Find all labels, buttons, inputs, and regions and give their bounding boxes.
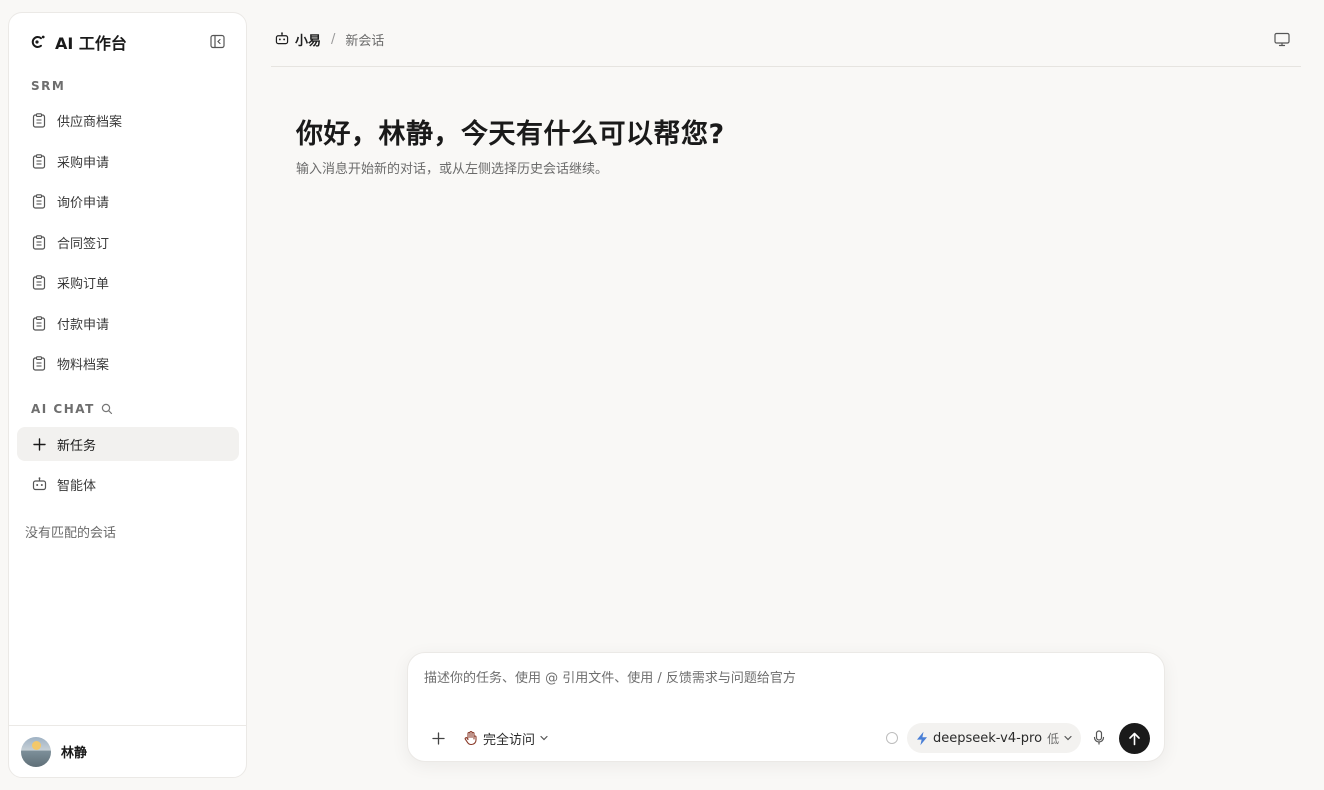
sidebar-item-inquiry-request[interactable]: 询价申请	[17, 184, 239, 218]
sidebar-item-label: 新任务	[57, 438, 97, 454]
send-button[interactable]	[1119, 723, 1150, 754]
sidebar-item-label: 付款申请	[57, 317, 110, 333]
clipboard-icon	[31, 274, 47, 290]
chevron-down-icon	[540, 735, 548, 741]
sidebar-item-label: 物料档案	[57, 357, 110, 373]
access-mode-label: 完全访问	[483, 732, 536, 748]
clipboard-icon	[31, 234, 47, 250]
breadcrumb-agent[interactable]: 小易	[295, 30, 321, 49]
robot-icon	[275, 32, 289, 46]
sidebar-item-label: 供应商档案	[57, 114, 123, 130]
user-name: 林静	[61, 746, 88, 761]
arrow-up-icon	[1129, 732, 1140, 745]
robot-icon	[31, 476, 47, 492]
sidebar-collapse-icon	[209, 34, 225, 48]
sidebar-item-payment-request[interactable]: 付款申请	[17, 306, 239, 340]
sidebar-item-contract-signing[interactable]: 合同签订	[17, 225, 239, 259]
reasoning-level: 低	[1047, 731, 1060, 746]
voice-input-button[interactable]	[1090, 729, 1108, 747]
add-attachment-button[interactable]	[429, 729, 447, 747]
plus-icon	[31, 436, 47, 452]
breadcrumb-current: 新会话	[345, 33, 385, 49]
clipboard-icon	[31, 355, 47, 371]
sidebar-item-purchase-order[interactable]: 采购订单	[17, 265, 239, 299]
search-icon[interactable]	[101, 403, 113, 415]
no-matching-conversations-text: 没有匹配的会话	[25, 526, 117, 541]
sidebar-item-label: 采购订单	[57, 276, 110, 292]
avatar	[21, 736, 51, 767]
clipboard-icon	[31, 315, 47, 331]
sidebar-item-label: 合同签订	[57, 236, 110, 252]
clipboard-icon	[31, 112, 47, 128]
sidebar-item-supplier-profile[interactable]: 供应商档案	[17, 103, 239, 137]
model-name: deepseek-v4-pro	[933, 730, 1043, 746]
message-input[interactable]	[424, 665, 1144, 691]
sidebar-item-label: 智能体	[57, 478, 97, 494]
brand-logo-icon	[31, 35, 45, 48]
display-mode-button[interactable]	[1273, 30, 1291, 48]
message-composer: 完全访问 deepseek-v4-pro 低	[407, 652, 1165, 762]
page-title: 你好，林静，今天有什么可以帮您?	[296, 119, 725, 150]
lightning-icon	[917, 731, 927, 745]
monitor-icon	[1274, 32, 1290, 46]
sidebar-item-agents[interactable]: 智能体	[17, 467, 239, 501]
breadcrumb: 小易 / 新会话	[275, 30, 385, 49]
sidebar-item-label: 采购申请	[57, 155, 110, 171]
plus-icon	[431, 731, 445, 745]
top-bar: 小易 / 新会话	[271, 0, 1301, 67]
clipboard-icon	[31, 193, 47, 209]
chevron-down-icon	[1063, 733, 1073, 743]
clipboard-icon	[31, 153, 47, 169]
ai-chat-label-text: AI CHAT	[31, 402, 95, 416]
sidebar-item-new-task[interactable]: 新任务	[17, 427, 239, 461]
microphone-icon	[1093, 730, 1105, 745]
breadcrumb-separator: /	[331, 31, 336, 47]
model-selector[interactable]: deepseek-v4-pro 低	[907, 723, 1081, 753]
hand-icon	[464, 730, 477, 746]
brand-title: AI 工作台	[55, 34, 127, 53]
collapse-sidebar-button[interactable]	[208, 32, 226, 50]
sidebar-item-purchase-request[interactable]: 采购申请	[17, 144, 239, 178]
sidebar: AI 工作台 SRM 供应商档案 采购申请 询价申请 合同签订 采购订单 付款申…	[8, 12, 247, 778]
user-profile-bar[interactable]: 林静	[9, 725, 246, 777]
sidebar-item-material-profile[interactable]: 物料档案	[17, 346, 239, 380]
welcome-subtext: 输入消息开始新的对话，或从左侧选择历史会话继续。	[296, 162, 609, 177]
srm-section-label: SRM	[31, 79, 66, 93]
access-mode-dropdown[interactable]: 完全访问	[463, 727, 549, 749]
status-indicator	[886, 732, 898, 744]
sidebar-item-label: 询价申请	[57, 195, 110, 211]
ai-chat-section-label: AI CHAT	[31, 402, 113, 416]
brand: AI 工作台	[29, 31, 127, 53]
